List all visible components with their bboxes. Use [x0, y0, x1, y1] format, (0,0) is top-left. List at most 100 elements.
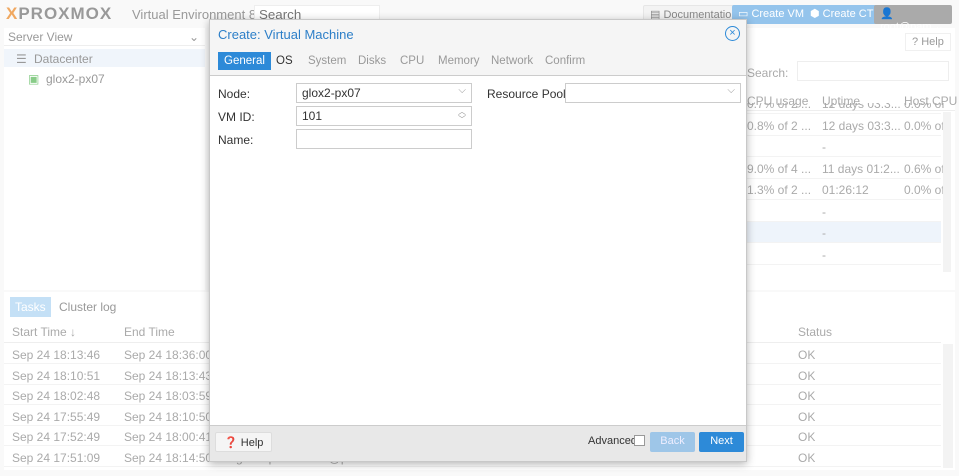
vmid-spinner[interactable]: 101 ︿ ﹀: [296, 106, 472, 126]
task-status: OK: [798, 450, 816, 465]
tab-tasks[interactable]: Tasks: [10, 297, 51, 317]
dialog-title: Create: Virtual Machine: [210, 20, 746, 48]
col-end-time[interactable]: End Time: [124, 325, 175, 339]
next-button[interactable]: Next: [699, 432, 744, 452]
resource-tree: Server View ⌄ ☰ Datacenter ▣ glox2-px07: [4, 28, 205, 290]
task-end: Sep 24 18:03:59: [124, 389, 213, 403]
tab-confirm[interactable]: Confirm: [539, 52, 591, 70]
dialog-footer: ❓ Help Advanced Back Next: [210, 425, 746, 461]
name-label: Name:: [218, 133, 254, 147]
grid-cell: -: [822, 204, 826, 219]
help-button[interactable]: ? Help: [905, 33, 951, 51]
tab-cpu[interactable]: CPU: [394, 52, 430, 70]
tab-cluster-log[interactable]: Cluster log: [59, 300, 116, 314]
grid-row[interactable]: -: [745, 136, 941, 157]
grid-cell: 12 days 03:3...: [822, 103, 901, 111]
tab-memory[interactable]: Memory: [432, 52, 486, 70]
grid-row[interactable]: 0.7% of 2 ... 12 days 03:3... 0.0% of: [745, 103, 945, 114]
grid-row[interactable]: -: [745, 222, 941, 243]
col-start-time[interactable]: Start Time ↓: [12, 325, 76, 339]
task-status: OK: [798, 430, 816, 444]
advanced-checkbox[interactable]: [634, 435, 645, 446]
grid-search-input[interactable]: [797, 61, 949, 81]
grid-row[interactable]: -: [745, 244, 941, 265]
task-start: Sep 24 17:51:09: [12, 450, 101, 465]
grid-scrollbar[interactable]: [943, 112, 951, 272]
task-start: Sep 24 18:10:51: [12, 368, 101, 383]
grid-cell: 0.0% of: [904, 183, 945, 197]
logo-text: PROXMOX: [18, 4, 113, 23]
grid-cell: 0.0% of: [904, 103, 945, 111]
task-start: Sep 24 18:02:48: [12, 389, 101, 403]
tab-os[interactable]: OS: [270, 52, 299, 70]
back-button[interactable]: Back: [650, 432, 695, 452]
node-select[interactable]: glox2-px07 ⌵: [296, 83, 472, 103]
grid-cell: 0.7% of 2 ...: [747, 103, 812, 111]
resource-pool-label: Resource Pool:: [487, 87, 570, 101]
grid-cell: -: [822, 226, 826, 240]
grid-row[interactable]: 0.8% of 2 ... 12 days 03:3... 0.0% of: [745, 115, 945, 136]
resource-pool-select[interactable]: ⌵: [565, 83, 741, 103]
user-menu-button[interactable]: 👤 root@pam ⌄: [874, 5, 952, 33]
grid-cell: 01:26:12: [822, 183, 869, 197]
tab-network[interactable]: Network: [485, 52, 539, 70]
task-end: Sep 24 18:00:41: [124, 430, 213, 444]
task-end: Sep 24 18:36:00: [124, 348, 213, 362]
grid-row[interactable]: -: [745, 201, 941, 222]
server-icon: ☰: [16, 52, 27, 66]
datacenter-label: Datacenter: [34, 52, 93, 66]
resource-grid-panel: ? Help Search: CPU usage Uptime Host CPU…: [745, 28, 957, 290]
task-status: OK: [798, 348, 816, 362]
task-status: OK: [798, 368, 816, 383]
col-status[interactable]: Status: [798, 325, 832, 339]
grid-cell: 1.3% of 2 ...: [747, 183, 812, 197]
grid-cell: 0.0% of: [904, 118, 945, 133]
help-label: Help: [240, 437, 264, 449]
create-vm-dialog: Create: Virtual Machine × General OS Sys…: [209, 19, 747, 462]
search-label: Search:: [747, 66, 789, 80]
node-label: Node:: [218, 87, 251, 101]
create-ct-button[interactable]: ⬢ Create CT: [804, 5, 880, 24]
task-end: Sep 24 18:10:50: [124, 409, 213, 424]
spinner-icon[interactable]: ︿ ﹀: [458, 108, 466, 124]
grid-cell: 9.0% of 4 ...: [747, 161, 812, 176]
chevron-down-icon: ⌵: [458, 85, 466, 96]
tab-system[interactable]: System: [302, 52, 352, 70]
wizard-tabs: General OS System Disks CPU Memory Netwo…: [210, 48, 746, 76]
grid-row[interactable]: 1.3% of 2 ... 01:26:12 0.0% of: [745, 179, 945, 200]
tree-item-datacenter[interactable]: ☰ Datacenter: [4, 49, 205, 67]
grid-cell: 11 days 01:2...: [822, 161, 900, 176]
tab-general[interactable]: General: [218, 52, 271, 70]
create-vm-label: Create VM: [751, 8, 805, 20]
user-icon: 👤: [880, 8, 894, 20]
task-status: OK: [798, 389, 816, 403]
name-input[interactable]: [296, 129, 472, 149]
task-start: Sep 24 17:55:49: [12, 409, 101, 424]
server-view-label: Server View: [8, 30, 73, 44]
task-status: OK: [798, 409, 816, 424]
grid-cell: 0.6% of: [904, 161, 945, 176]
create-ct-label: Create CT: [822, 8, 874, 20]
close-icon[interactable]: ×: [725, 26, 740, 41]
grid-row[interactable]: 9.0% of 4 ... 11 days 01:2... 0.6% of: [745, 158, 945, 179]
task-end: Sep 24 18:13:43: [124, 368, 213, 383]
tree-item-node[interactable]: ▣ glox2-px07: [4, 69, 147, 89]
vmid-value: 101: [302, 109, 323, 123]
proxmox-logo: XPROXMOX: [6, 4, 113, 23]
tasks-scrollbar[interactable]: [943, 344, 953, 468]
help-label: Help: [921, 36, 944, 48]
advanced-label: Advanced: [588, 435, 637, 447]
help-button[interactable]: ❓ Help: [215, 432, 273, 452]
chevron-down-icon: ⌄: [188, 30, 199, 44]
node-label: glox2-px07: [46, 72, 105, 86]
vmid-label: VM ID:: [218, 110, 255, 124]
grid-body: 0.7% of 2 ... 12 days 03:3... 0.0% of 0.8% …: [745, 103, 955, 273]
help-icon: ❓: [224, 437, 238, 449]
node-icon: ▣: [28, 72, 40, 86]
node-value: glox2-px07: [302, 86, 361, 100]
tab-disks[interactable]: Disks: [352, 52, 392, 70]
task-end: Sep 24 18:14:50: [124, 450, 213, 465]
server-view-select[interactable]: Server View ⌄: [4, 28, 205, 46]
grid-cell: 0.8% of 2 ...: [747, 118, 812, 133]
grid-cell: 12 days 03:3...: [822, 118, 901, 133]
